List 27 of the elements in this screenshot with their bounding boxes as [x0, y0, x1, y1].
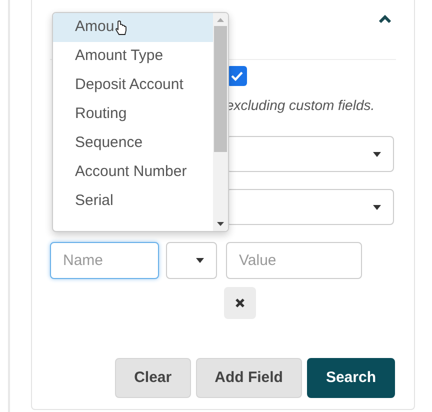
action-button[interactable]: Add Field — [196, 358, 302, 398]
chevron-up-icon[interactable] — [378, 14, 392, 24]
scroll-down-icon[interactable] — [217, 222, 224, 226]
caret-icon — [196, 258, 204, 263]
dropdown-item[interactable]: Account Number — [53, 158, 213, 187]
dropdown-item[interactable]: Amount Type — [53, 42, 213, 71]
caret-icon — [373, 152, 381, 156]
dropdown-item[interactable]: Deposit Account — [53, 71, 213, 100]
dropdown-item[interactable]: Sequence — [53, 129, 213, 158]
hand-cursor-icon — [115, 20, 128, 36]
caret-icon — [373, 204, 381, 210]
check-icon — [231, 71, 243, 81]
value-field[interactable]: Value — [226, 242, 362, 279]
dropdown-item[interactable]: Routing — [53, 100, 213, 129]
select-field[interactable] — [226, 189, 394, 225]
action-button[interactable]: Clear — [115, 358, 191, 398]
close-icon — [235, 298, 245, 308]
scroll-up-icon[interactable] — [217, 18, 224, 22]
name-field[interactable]: Name — [50, 242, 159, 279]
dropdown-item[interactable]: Amou — [53, 13, 213, 42]
search-button[interactable]: Search — [306, 358, 395, 398]
remove-button[interactable] — [224, 287, 256, 319]
scrollbar[interactable] — [213, 13, 228, 231]
select-field[interactable] — [226, 136, 394, 172]
dropdown-item[interactable]: Serial — [53, 187, 213, 216]
select-field[interactable] — [166, 242, 217, 279]
checkbox[interactable] — [227, 66, 247, 86]
